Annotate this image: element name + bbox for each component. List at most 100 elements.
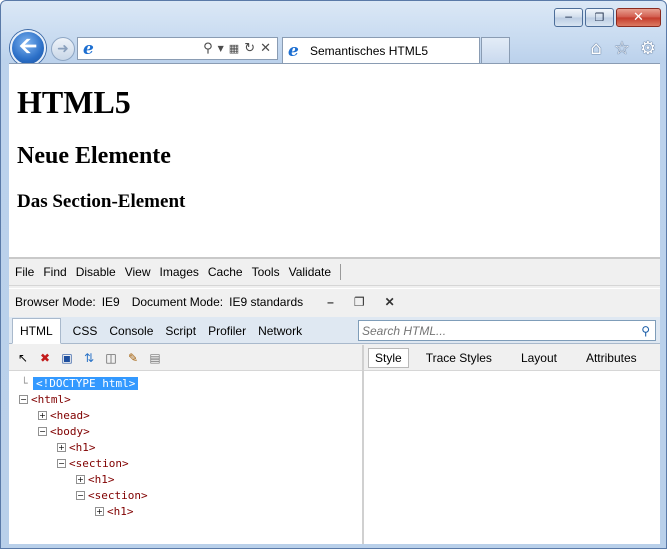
devtools-tabs: HTML CSS Console Script Profiler Network… (9, 317, 660, 344)
tree-node-head[interactable]: + <head> (38, 407, 90, 423)
tab-ie-logo-icon: e (288, 40, 299, 61)
menu-validate[interactable]: Validate (289, 265, 331, 279)
close-icon: ✕ (633, 10, 644, 25)
tree-node-h1[interactable]: + <h1> (76, 471, 115, 487)
page-heading-h2: Neue Elemente (17, 143, 171, 169)
dom-tree-pane: ↖ ✖ ▣ ⇅ ◫ ✎ ▤ └ <!DOCTYPE html> − <html>… (9, 345, 362, 544)
forward-arrow-icon: ➜ (57, 41, 69, 57)
tab-title: Semantisches HTML5 (310, 43, 429, 58)
search-magnifier-icon[interactable]: ⚲ (641, 324, 650, 338)
maximize-button[interactable]: ❐ (585, 8, 614, 27)
tab-css[interactable]: CSS (67, 324, 104, 343)
minimize-button[interactable]: ─ (554, 8, 583, 27)
devtools-window-controls: – ❐ ✕ (327, 295, 401, 309)
collapse-icon[interactable]: − (76, 490, 85, 500)
tab-layout[interactable]: Layout (515, 349, 563, 367)
devtools-minimize-icon[interactable]: – (327, 295, 334, 309)
tree-node-body[interactable]: − <body> (38, 423, 90, 439)
expand-icon[interactable]: + (76, 474, 85, 484)
browser-mode-label: Browser Mode: (15, 295, 96, 309)
tree-node-label: <head> (50, 408, 90, 422)
devtools-undock-icon[interactable]: ❐ (354, 295, 365, 309)
address-bar[interactable]: e ⚲ ▼ ▦ ↻ ✕ (77, 37, 278, 60)
tab-html[interactable]: HTML (12, 318, 61, 344)
browser-tab[interactable]: e Semantisches HTML5 (282, 37, 480, 63)
clear-outlines-icon[interactable]: ✖ (37, 350, 53, 366)
browser-mode-value[interactable]: IE9 (102, 295, 120, 309)
navigation-bar: 🡨 ➜ e ⚲ ▼ ▦ ↻ ✕ e Semantisches HTML5 ⌂ ☆… (1, 29, 666, 66)
tab-trace-styles[interactable]: Trace Styles (420, 349, 498, 367)
search-html-box: ⚲ (358, 320, 656, 341)
page-heading-h3: Das Section-Element (17, 191, 186, 212)
menu-cache[interactable]: Cache (208, 265, 243, 279)
tab-console[interactable]: Console (103, 324, 159, 343)
select-element-icon[interactable]: ↖ (15, 350, 31, 366)
close-button[interactable]: ✕ (616, 8, 661, 27)
tree-node-html[interactable]: − <html> (19, 391, 71, 407)
collapse-icon[interactable]: − (19, 394, 28, 404)
tree-line-icon: └ (21, 376, 28, 390)
page-viewport: HTML5 Neue Elemente Das Section-Element (9, 63, 660, 257)
page-heading-h1: HTML5 (17, 84, 131, 120)
tree-node-h1[interactable]: + <h1> (95, 503, 134, 519)
back-button[interactable]: 🡨 (10, 30, 46, 66)
menu-tools[interactable]: Tools (252, 265, 280, 279)
compatibility-view-icon[interactable]: ▦ (229, 42, 239, 55)
menu-find[interactable]: Find (43, 265, 66, 279)
devtools-close-icon[interactable]: ✕ (385, 295, 395, 309)
tree-node-label: <body> (50, 424, 90, 438)
developer-tools-panel: File Find Disable View Images Cache Tool… (9, 257, 660, 544)
style-pane: Style Trace Styles Layout Attributes (364, 345, 660, 544)
menubar-separator (340, 264, 342, 280)
tree-node-h1[interactable]: + <h1> (57, 439, 96, 455)
dropdown-arrow-icon[interactable]: ▼ (218, 44, 224, 53)
back-arrow-icon: 🡨 (19, 34, 37, 59)
element-source-icon[interactable]: ◫ (103, 350, 119, 366)
menu-images[interactable]: Images (160, 265, 199, 279)
style-pane-tabs: Style Trace Styles Layout Attributes (364, 345, 660, 371)
tree-node-label: <section> (88, 488, 148, 502)
expand-icon[interactable]: + (57, 442, 66, 452)
tree-node-label: <h1> (88, 472, 115, 486)
browser-window: ─ ❐ ✕ 🡨 ➜ e ⚲ ▼ ▦ ↻ ✕ e Semantisches HTM… (0, 0, 667, 549)
tab-network[interactable]: Network (252, 324, 308, 343)
forward-button[interactable]: ➜ (51, 37, 75, 61)
minimize-icon: ─ (565, 11, 572, 24)
tree-node-doctype[interactable]: └ <!DOCTYPE html> (21, 375, 139, 391)
window-caption-buttons: ─ ❐ ✕ (552, 8, 661, 27)
edit-icon[interactable]: ✎ (125, 350, 141, 366)
expand-icon[interactable]: + (95, 506, 104, 516)
menu-file[interactable]: File (15, 265, 34, 279)
tree-node-label: <h1> (107, 504, 134, 518)
tree-node-label: <!DOCTYPE html> (33, 376, 139, 390)
address-tools: ⚲ ▼ ▦ ↻ ✕ (203, 41, 277, 56)
refresh-dom-icon[interactable]: ⇅ (81, 350, 97, 366)
tab-attributes[interactable]: Attributes (580, 349, 643, 367)
menu-disable[interactable]: Disable (76, 265, 116, 279)
tree-node-section[interactable]: − <section> (76, 487, 148, 503)
restore-icon: ❐ (594, 11, 605, 24)
tab-style[interactable]: Style (368, 347, 409, 368)
new-tab-button[interactable] (481, 37, 510, 63)
document-mode-value[interactable]: IE9 standards (229, 295, 303, 309)
tab-profiler[interactable]: Profiler (202, 324, 252, 343)
word-wrap-icon[interactable]: ▤ (147, 350, 163, 366)
tree-node-label: <section> (69, 456, 129, 470)
tree-node-section[interactable]: − <section> (57, 455, 129, 471)
stop-icon[interactable]: ✕ (260, 41, 271, 56)
devtools-menubar: File Find Disable View Images Cache Tool… (9, 259, 660, 286)
home-icon[interactable]: ⌂ (586, 38, 606, 59)
save-icon[interactable]: ▣ (59, 350, 75, 366)
search-html-input[interactable] (362, 323, 622, 338)
settings-gear-icon[interactable]: ⚙ (638, 38, 658, 59)
refresh-icon[interactable]: ↻ (244, 41, 255, 56)
collapse-icon[interactable]: − (57, 458, 66, 468)
menu-view[interactable]: View (125, 265, 151, 279)
tree-node-label: <html> (31, 392, 71, 406)
favorites-star-icon[interactable]: ☆ (612, 38, 632, 59)
expand-icon[interactable]: + (38, 410, 47, 420)
tab-script[interactable]: Script (159, 324, 202, 343)
search-icon[interactable]: ⚲ (203, 41, 213, 56)
collapse-icon[interactable]: − (38, 426, 47, 436)
dom-tree: └ <!DOCTYPE html> − <html> + <head> − <b… (9, 371, 362, 518)
